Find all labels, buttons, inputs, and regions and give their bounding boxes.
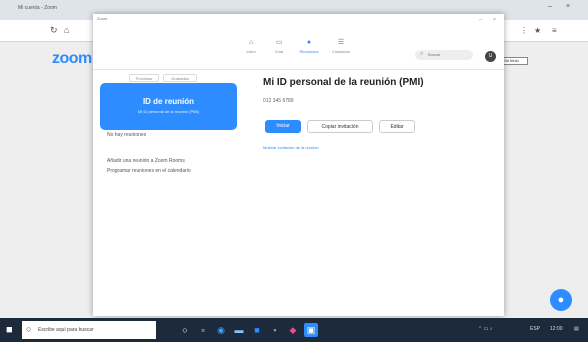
start-icon[interactable]: ■ — [6, 324, 13, 336]
tab-home[interactable]: ⌂ Inicio — [239, 38, 263, 54]
chrome-icon[interactable]: ◆ — [286, 323, 300, 337]
avatar[interactable]: U — [485, 51, 496, 62]
segment-recorded[interactable]: Grabadas — [163, 74, 197, 82]
left-line-1: No hay reuniones — [107, 132, 147, 138]
chat-bubble-icon: ● — [557, 294, 565, 306]
reload-icon[interactable]: ↻ — [50, 25, 58, 36]
left-line-3[interactable]: Programar reuniones en el calendario — [107, 168, 191, 174]
taskbar-apps: ○ ▫ ◉ ▬ ■ ▪ ◆ ▣ — [178, 323, 342, 337]
taskbar-search[interactable]: ○ Escribe aquí para buscar — [22, 321, 156, 339]
tray-lang[interactable]: ESP — [530, 326, 540, 332]
left-line-2[interactable]: Añadir una reunión a Zoom Rooms — [107, 158, 185, 164]
search-input[interactable]: ⌕ Buscar — [415, 50, 473, 60]
menu-icon[interactable]: ≡ — [552, 26, 557, 35]
tray-icons[interactable]: ⌃ ▭ ♪ — [478, 326, 492, 332]
browser-tab[interactable]: Mi cuenta - Zoom — [18, 5, 57, 11]
edit-button[interactable]: Editar — [379, 120, 415, 133]
extensions-icon[interactable]: ⋮ — [520, 26, 528, 35]
store-icon[interactable]: ■ — [250, 323, 264, 337]
search-icon: ⌕ — [420, 51, 424, 57]
edge-icon[interactable]: ◉ — [214, 323, 228, 337]
window-title: Zoom — [97, 16, 108, 21]
mail-icon[interactable]: ▪ — [268, 323, 282, 337]
help-chat-button[interactable]: ● — [550, 289, 572, 311]
task-view-icon[interactable]: ▫ — [196, 323, 210, 337]
show-invitation-link[interactable]: Mostrar invitación de la reunión — [263, 145, 319, 150]
pmi-id: 012 345 6789 — [263, 98, 294, 104]
chat-icon: ▭ — [275, 39, 283, 46]
pmi-title: Mi ID personal de la reunión (PMI) — [263, 77, 424, 88]
home-icon: ⌂ — [248, 39, 254, 46]
tab-meetings[interactable]: ● Reuniones — [297, 38, 321, 54]
minimize-icon[interactable]: – — [548, 3, 552, 10]
tab-contacts[interactable]: ☰ Contactos — [329, 38, 353, 54]
meetings-icon: ● — [306, 39, 312, 46]
window-close-icon[interactable]: × — [493, 17, 496, 23]
window-minimize-icon[interactable]: – — [479, 17, 482, 23]
card-title: ID de reunión — [142, 97, 195, 106]
taskbar: ■ ○ Escribe aquí para buscar ○ ▫ ◉ ▬ ■ ▪… — [0, 318, 588, 342]
search-icon: ○ — [26, 324, 32, 334]
zoom-logo[interactable]: zoom — [52, 50, 92, 68]
home-icon[interactable]: ⌂ — [64, 25, 69, 35]
bookmark-icon[interactable]: ★ — [534, 26, 541, 35]
copy-invitation-button[interactable]: Copiar invitación — [307, 120, 373, 133]
start-button[interactable]: Iniciar — [265, 120, 301, 133]
contacts-icon: ☰ — [337, 39, 345, 46]
tray-clock[interactable]: 12:00 — [550, 326, 563, 332]
file-explorer-icon[interactable]: ▬ — [232, 323, 246, 337]
cortana-icon[interactable]: ○ — [178, 323, 192, 337]
pmi-card[interactable]: ID de reunión Mi ID personal de la reuni… — [100, 83, 237, 130]
segment-upcoming[interactable]: Próximas — [129, 74, 159, 82]
zoom-window: Zoom – × ⌂ Inicio ▭ Chat ● Reuniones ☰ C… — [93, 14, 504, 316]
card-subtitle: Mi ID personal de la reunión (PMI) — [138, 109, 199, 114]
zoom-app-icon[interactable]: ▣ — [304, 323, 318, 337]
tab-chat[interactable]: ▭ Chat — [267, 38, 291, 54]
top-nav-tabs: ⌂ Inicio ▭ Chat ● Reuniones ☰ Contactos … — [93, 30, 504, 70]
notification-icon[interactable]: ▤ — [574, 326, 579, 332]
close-icon[interactable]: × — [566, 3, 570, 10]
